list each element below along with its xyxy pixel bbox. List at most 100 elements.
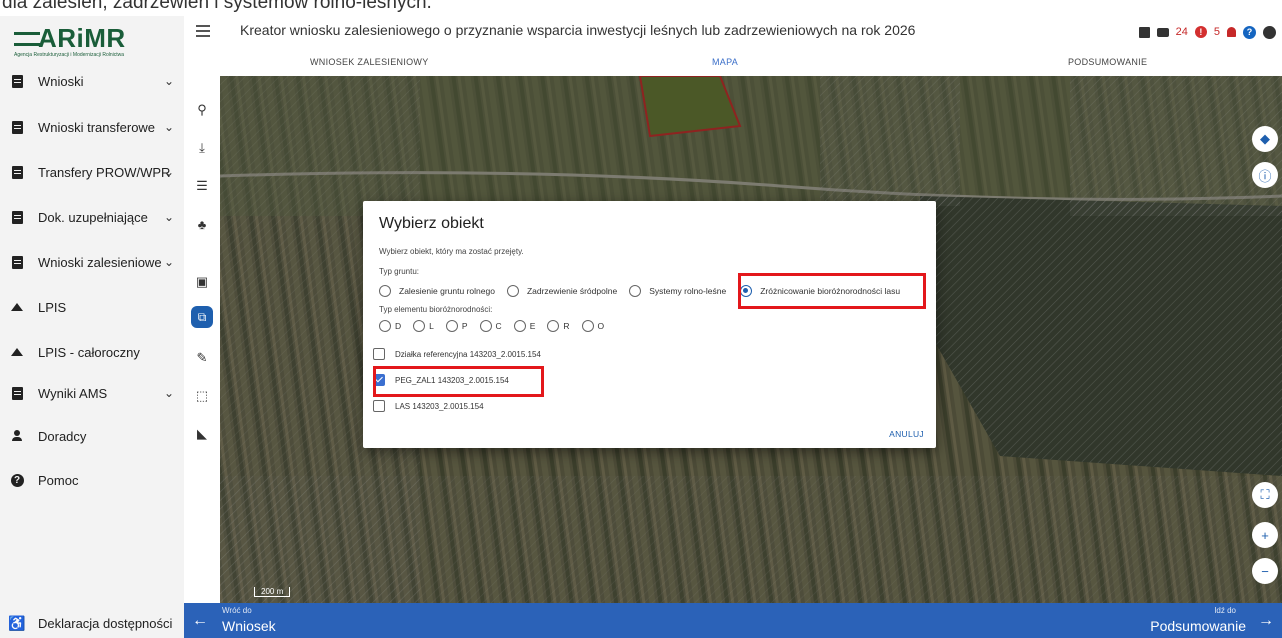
checkbox-box[interactable] <box>373 348 385 360</box>
document-icon <box>10 74 24 88</box>
radio-label: R <box>563 321 570 331</box>
radio-zalesienie-gruntu-rolnego[interactable]: Zalesienie gruntu rolnego <box>379 285 495 297</box>
tabs: WNIOSEK ZALESIENIOWY MAPA PODSUMOWANIE <box>184 52 1282 77</box>
document-icon <box>10 386 24 400</box>
bell-icon[interactable] <box>1227 27 1236 37</box>
radio-zadrzewienie-srodpolne[interactable]: Zadrzewienie śródpolne <box>506 285 618 297</box>
logo-mark-icon <box>14 32 40 46</box>
page-title: Kreator wniosku zalesieniowego o przyzna… <box>240 22 916 38</box>
top-bar: Kreator wniosku zalesieniowego o przyzna… <box>184 16 1282 52</box>
radio-label: Systemy rolno-leśne <box>649 286 727 296</box>
download-icon[interactable]: ⤓ <box>192 138 212 158</box>
tab-mapa[interactable]: MAPA <box>712 57 738 67</box>
layers-copy-icon[interactable]: ⧉ <box>191 306 213 328</box>
mountain-icon <box>10 345 24 359</box>
sidebar-item-wnioski-zalesieniowe[interactable]: Wnioski zalesieniowe ⌄ <box>0 247 184 277</box>
sidebar-item-label: Wnioski zalesieniowe <box>38 254 162 270</box>
logo[interactable]: ARiMR Agencja Restrukturyzacji i Moderni… <box>14 22 164 62</box>
sidebar-item-lpis-caloroczny[interactable]: LPIS - całoroczny <box>0 337 184 367</box>
checkbox-las[interactable]: LAS 143203_2.0015.154 <box>373 399 484 413</box>
radio-label: C <box>495 321 502 331</box>
document-icon <box>10 210 24 224</box>
sidebar-item-label: Transfery PROW/WPR <box>38 164 171 180</box>
sidebar-item-label: Dok. uzupełniające <box>38 209 148 225</box>
element-type-group: D L P C E R O <box>379 318 616 334</box>
sidebar-item-dok-uzupelniajace[interactable]: Dok. uzupełniające ⌄ <box>0 202 184 232</box>
document-icon <box>10 120 24 134</box>
save-icon[interactable] <box>1138 26 1150 38</box>
tab-wniosek-zalesieniowy[interactable]: WNIOSEK ZALESIENIOWY <box>310 57 429 67</box>
sidebar-item-pomoc[interactable]: ? Pomoc <box>0 465 184 495</box>
arrow-right-icon[interactable]: → <box>1258 612 1274 630</box>
element-type-label: Typ elementu bioróżnorodności: <box>379 305 493 314</box>
sidebar-item-wnioski-transferowe[interactable]: Wnioski transferowe ⌄ <box>0 112 184 142</box>
ground-type-label: Typ gruntu: <box>379 267 420 276</box>
rectangle-select-icon[interactable]: ⬚ <box>192 386 212 406</box>
sidebar-item-label: Wyniki AMS <box>38 385 108 401</box>
sidebar-item-deklaracja[interactable]: ♿ Deklaracja dostępności <box>0 608 184 638</box>
sidebar-item-lpis[interactable]: LPIS <box>0 292 184 322</box>
chevron-down-icon: ⌄ <box>163 210 174 224</box>
help-icon: ? <box>10 473 24 487</box>
back-caption: Wróć do <box>222 606 252 615</box>
map-scale: 200 m <box>254 587 291 597</box>
notification-count: 5 <box>1213 26 1220 38</box>
zoom-out-icon[interactable]: − <box>1252 558 1278 584</box>
chevron-down-icon: ⌄ <box>163 386 174 400</box>
menu-icon[interactable] <box>196 25 210 37</box>
tab-podsumowanie[interactable]: PODSUMOWANIE <box>1068 57 1147 67</box>
bottom-navigation: ← Wróć do Wniosek Idź do Podsumowanie → <box>184 603 1282 638</box>
sidebar-item-label: LPIS <box>38 299 67 315</box>
forest-icon[interactable]: ♣ <box>192 214 212 234</box>
error-badge-icon[interactable]: ! <box>1194 26 1207 38</box>
radio-systemy-rolno-lesne[interactable]: Systemy rolno-leśne <box>629 285 726 297</box>
radio-element-e[interactable]: E <box>513 320 535 332</box>
logo-subtitle: Agencja Restrukturyzacji i Modernizacji … <box>14 52 125 58</box>
radio-element-o[interactable]: O <box>581 320 604 332</box>
info-icon[interactable]: ⓘ <box>1252 162 1278 188</box>
radio-element-d[interactable]: D <box>379 320 401 332</box>
search-icon[interactable]: ⚲ <box>192 100 212 120</box>
radio-label: Zalesienie gruntu rolnego <box>399 286 495 296</box>
help-icon[interactable]: ? <box>1243 25 1256 39</box>
radio-element-p[interactable]: P <box>445 320 468 332</box>
document-icon <box>10 165 24 179</box>
chevron-down-icon: ⌄ <box>163 120 174 134</box>
measure-angle-icon[interactable]: ◣ <box>192 424 212 444</box>
next-button[interactable]: Podsumowanie <box>1150 618 1246 634</box>
checkbox-dzialka-referencyjna[interactable]: Działka referencyjna 143203_2.0015.154 <box>373 347 541 361</box>
select-object-icon[interactable]: ▣ <box>192 272 212 292</box>
checkbox-box[interactable] <box>373 400 385 412</box>
arrow-left-icon[interactable]: ← <box>192 612 208 630</box>
document-icon <box>10 255 24 269</box>
dialog-title: Wybierz obiekt <box>379 215 484 232</box>
pencil-icon[interactable]: ✎ <box>192 348 212 368</box>
back-button[interactable]: Wniosek <box>222 618 276 634</box>
radio-label: Zadrzewienie śródpolne <box>526 286 618 296</box>
layers-icon[interactable]: ◆ <box>1252 126 1278 152</box>
radio-element-l[interactable]: L <box>413 320 434 332</box>
top-actions: 24 ! 5 ? <box>1138 22 1276 42</box>
chevron-down-icon: ⌄ <box>163 255 174 269</box>
person-icon <box>10 429 24 443</box>
fullscreen-icon[interactable]: ⛶ <box>1252 482 1278 508</box>
checkbox-label: Działka referencyjna 143203_2.0015.154 <box>395 349 541 359</box>
sidebar: ARiMR Agencja Restrukturyzacji i Moderni… <box>0 16 184 638</box>
radio-label: D <box>395 321 402 331</box>
print-icon[interactable] <box>1156 27 1169 37</box>
radio-element-c[interactable]: C <box>479 320 502 332</box>
radio-element-r[interactable]: R <box>547 320 570 332</box>
sidebar-item-wnioski[interactable]: Wnioski ⌄ <box>0 66 184 96</box>
map-toolbar: ⚲ ⤓ ☰ ♣ ▣ ⧉ ✎ ⬚ ◣ <box>184 76 220 603</box>
sidebar-item-doradcy[interactable]: Doradcy <box>0 421 184 451</box>
highlight-peg-checkbox <box>373 366 544 397</box>
sidebar-item-label: Wnioski transferowe <box>38 119 156 135</box>
zoom-in-icon[interactable]: + <box>1252 522 1278 548</box>
logo-name: ARiMR <box>38 23 126 53</box>
list-icon[interactable]: ☰ <box>192 176 212 196</box>
cancel-button[interactable]: ANULUJ <box>889 429 924 439</box>
sidebar-item-wyniki-ams[interactable]: Wyniki AMS ⌄ <box>0 378 184 408</box>
user-icon[interactable] <box>1263 25 1276 39</box>
sidebar-item-transfery[interactable]: Transfery PROW/WPR ⌄ <box>0 157 184 187</box>
next-caption: Idź do <box>1214 606 1236 615</box>
